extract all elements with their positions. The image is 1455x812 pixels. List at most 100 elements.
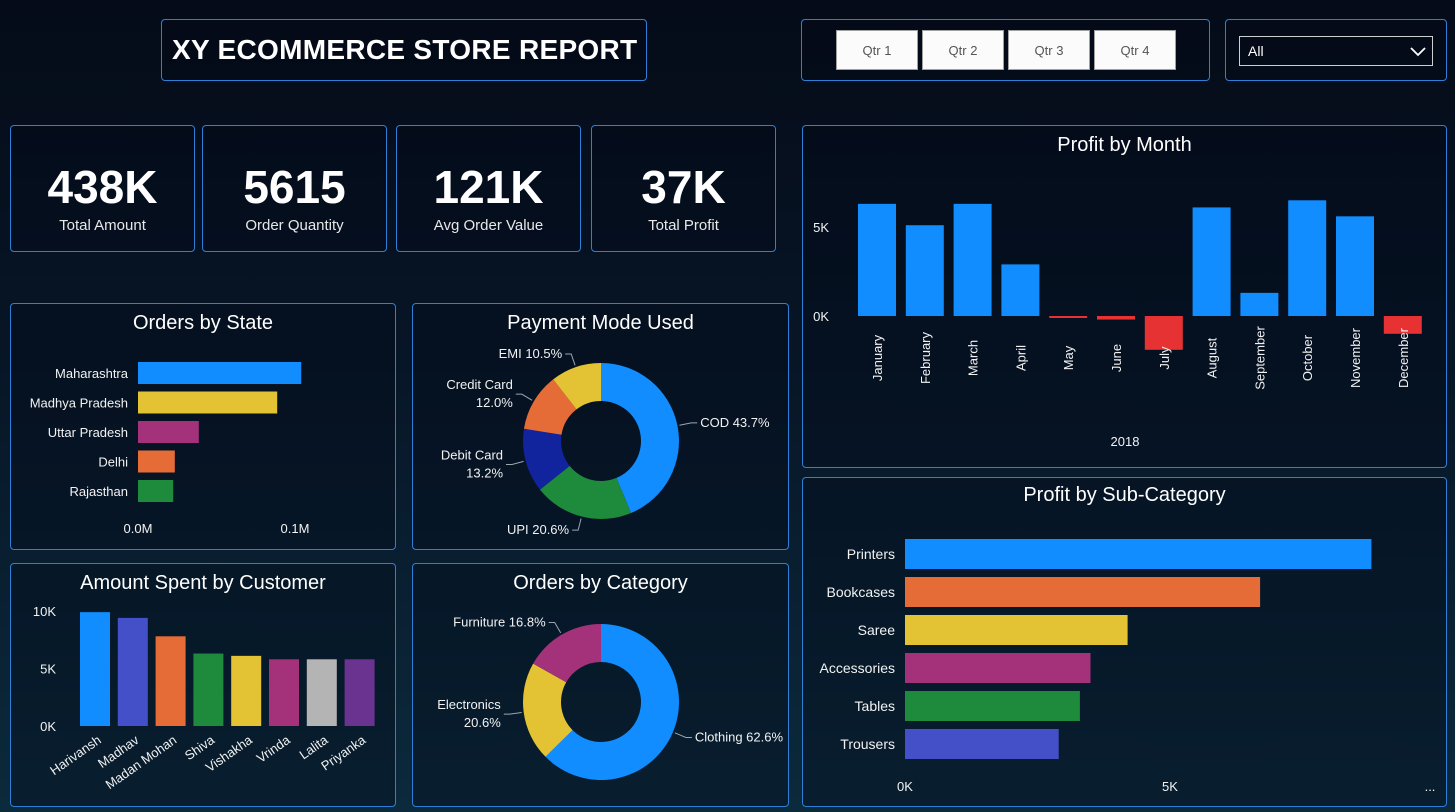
payment-mode-chart: COD 43.7% UPI 20.6% Debit Card 13.2% Credit … [441,346,770,537]
month-label: September [1252,326,1267,390]
month-label: April [1013,345,1028,371]
slice-label: Electronics [437,697,501,712]
bar [269,659,299,726]
bar [858,203,896,316]
x-tick-label: 0K [897,779,913,794]
slice-label: COD 43.7% [700,415,770,430]
bar [1288,200,1327,316]
leader-line [572,518,582,531]
kpi-label: Total Profit [648,217,719,234]
x-axis-label: 2018 [1111,434,1140,449]
leader-line [679,422,698,426]
bar [905,653,1091,683]
orders-by-category-chart: Clothing 62.6% Electronics 20.6% Furniture … [437,615,783,780]
qtr-1-button[interactable]: Qtr 1 [836,30,918,70]
y-tick-label: 10K [33,604,56,619]
bar [1192,207,1231,316]
bar [1001,264,1040,316]
bar [905,225,944,316]
bar [138,450,175,473]
dropdown-selected-value: All [1248,43,1264,59]
kpi-avg-order-value: 121K Avg Order Value [396,125,581,252]
y-tick-label: 5K [813,220,829,235]
filter-dropdown[interactable]: All [1239,36,1433,66]
leader-line [506,460,524,465]
bar [1097,316,1135,320]
x-tick-label: 0.0M [124,521,153,536]
bar [138,362,302,384]
amount-by-customer-panel: Amount Spent by Customer 0K 5K 10K Harivans… [10,563,396,807]
orders-by-category-panel: Orders by Category Clothing 62.6% Electro… [412,563,789,807]
category-label: Printers [847,546,895,562]
bar [80,612,110,726]
kpi-value: 37K [641,161,726,213]
bar [155,636,186,726]
category-label: Maharashtra [55,366,129,381]
category-label: Saree [858,622,896,638]
category-label: Tables [855,698,895,714]
bar [344,659,375,726]
leader-line [503,712,522,715]
profit-by-month-chart: 0K 5K January February March April May June July… [813,200,1422,449]
orders-by-state-chart: Maharashtra Madhya Pradesh Uttar Pradesh De… [30,362,310,536]
report-title: XY ECOMMERCE STORE REPORT [172,34,638,65]
month-label: December [1396,327,1411,388]
bar [953,203,992,316]
leader-line [515,393,533,401]
kpi-total-profit: 37K Total Profit [591,125,776,252]
slice-label: EMI 10.5% [499,346,563,361]
bar [905,539,1372,569]
y-tick-label: 0K [813,309,829,324]
kpi-label: Order Quantity [245,217,344,234]
category-label: Madhya Pradesh [30,396,128,411]
qtr-3-button[interactable]: Qtr 3 [1008,30,1090,70]
month-label: February [918,331,933,384]
month-label: August [1205,337,1220,378]
bar [1049,316,1088,318]
bar [905,577,1261,607]
chevron-down-icon [1410,47,1426,57]
kpi-label: Total Amount [59,217,146,234]
month-label: January [870,334,885,381]
category-label: Delhi [98,455,128,470]
bar [905,691,1080,721]
category-label: Uttar Pradesh [48,425,128,440]
kpi-value: 5615 [243,161,346,213]
leader-line [565,353,576,366]
filter-dropdown-box: All [1225,19,1447,81]
kpi-label: Avg Order Value [433,217,544,234]
slice-label: 13.2% [466,465,503,480]
category-label: Bookcases [827,584,895,600]
bar [138,421,199,443]
leader-line [548,622,562,634]
profit-by-month-panel: Profit by Month 0K 5K January February March… [802,125,1447,468]
month-label: March [966,340,981,376]
slice-label: UPI 20.6% [507,522,570,537]
payment-mode-panel: Payment Mode Used COD 43.7% UPI 20.6% Debi… [412,303,789,550]
leader-line [674,732,692,738]
y-tick-label: 0K [40,719,56,734]
report-title-box: XY ECOMMERCE STORE REPORT [161,19,647,81]
category-label: Accessories [820,660,895,676]
bar [1240,292,1279,316]
profit-by-subcategory-chart: Printers Bookcases Saree Accessories Tables T… [820,539,1436,794]
qtr-2-button[interactable]: Qtr 2 [922,30,1004,70]
bar [138,391,278,414]
month-label: May [1061,345,1076,370]
category-label: Rajasthan [69,484,128,499]
month-label: June [1109,344,1124,372]
x-tick-label: 5K [1162,779,1178,794]
bar [905,729,1059,759]
bar [306,659,337,726]
x-tick-label: 0.1M [281,521,310,536]
quarter-slicer: Qtr 1 Qtr 2 Qtr 3 Qtr 4 [801,19,1210,81]
slice-label: 12.0% [476,395,513,410]
more-indicator: ... [1425,779,1436,794]
month-label: July [1157,346,1172,370]
category-label: Trousers [840,736,895,752]
slice-label: Furniture 16.8% [453,615,546,630]
bar [1336,216,1374,316]
qtr-4-button[interactable]: Qtr 4 [1094,30,1176,70]
y-tick-label: 5K [40,662,56,677]
profit-by-subcategory-panel: Profit by Sub-Category Printers Bookcases… [802,477,1447,807]
